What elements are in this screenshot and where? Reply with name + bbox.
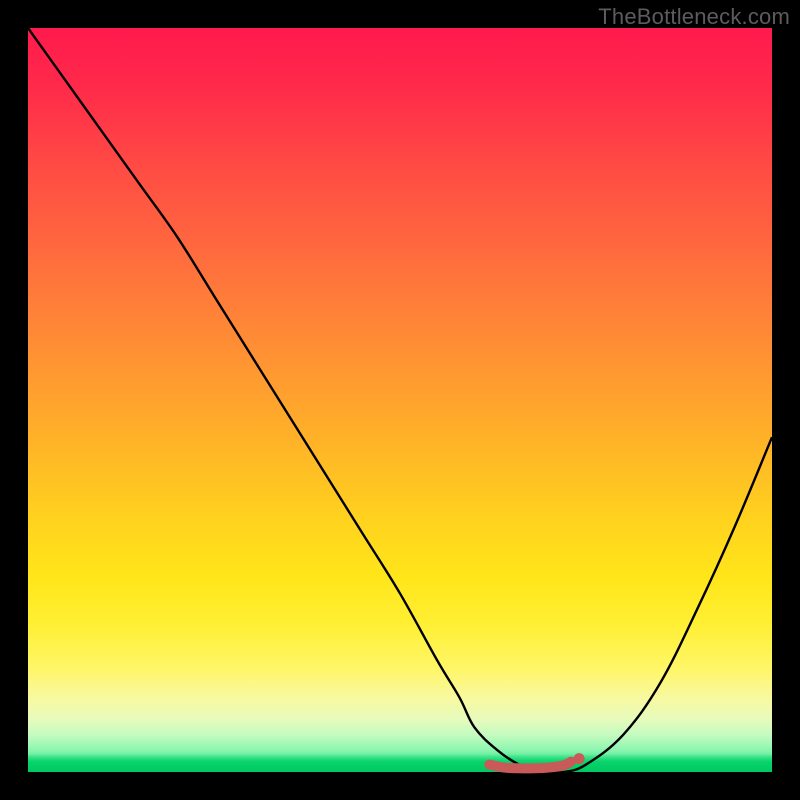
curve-layer (28, 28, 772, 772)
optimal-range-marker (489, 762, 571, 769)
watermark-text: TheBottleneck.com (598, 4, 790, 30)
chart-frame: TheBottleneck.com (0, 0, 800, 800)
bottleneck-curve (28, 28, 772, 773)
optimal-range-end-dot (574, 753, 585, 764)
plot-area (28, 28, 772, 772)
